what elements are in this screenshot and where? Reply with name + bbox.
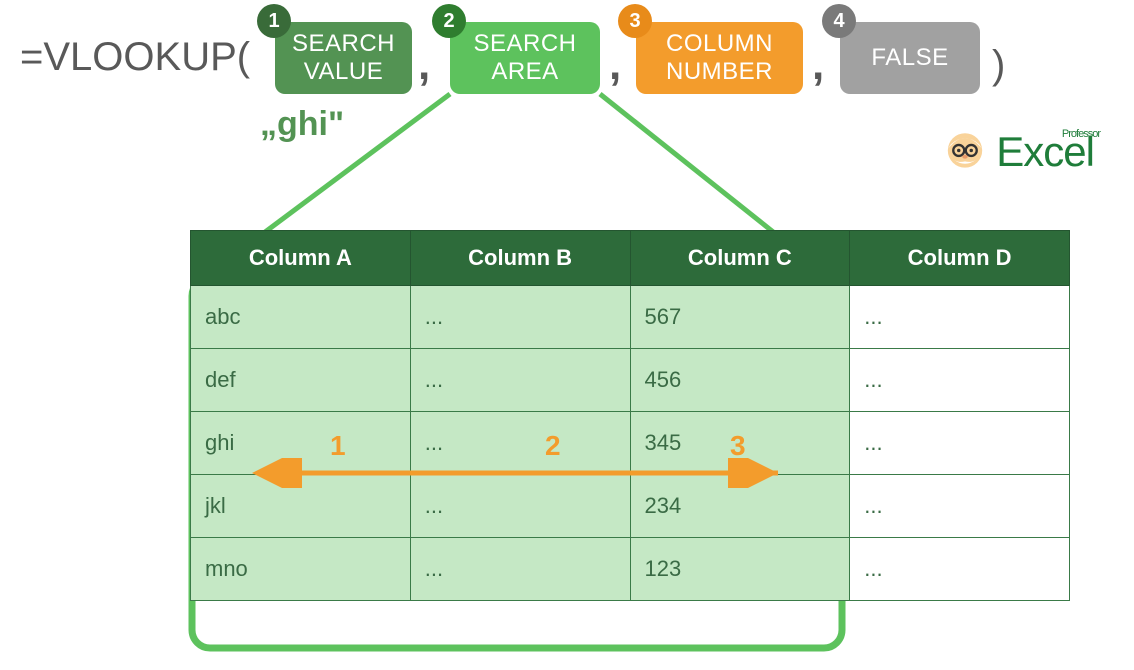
table-cell: ...: [410, 412, 630, 475]
table-row: jkl...234...: [191, 475, 1070, 538]
close-paren: ): [992, 35, 1005, 95]
professor-excel-logo: Professor Excel: [938, 125, 1094, 179]
table-cell: jkl: [191, 475, 411, 538]
arg2-line2: AREA: [464, 58, 586, 86]
arg2-line1: SEARCH: [464, 30, 586, 58]
col-header-c: Column C: [630, 231, 850, 286]
table-cell: ...: [850, 349, 1070, 412]
table-row: abc...567...: [191, 286, 1070, 349]
diagram-canvas: =VLOOKUP( 1 SEARCH VALUE , 2 SEARCH AREA…: [0, 0, 1134, 670]
arg-search-area: 2 SEARCH AREA: [450, 22, 600, 94]
table-cell: ...: [410, 475, 630, 538]
table-cell: 123: [630, 538, 850, 601]
table-cell: ...: [410, 538, 630, 601]
table-cell: def: [191, 349, 411, 412]
table-row: mno...123...: [191, 538, 1070, 601]
professor-face-icon: [938, 125, 992, 179]
arg3-line2: NUMBER: [650, 58, 789, 86]
table-header-row: Column A Column B Column C Column D: [191, 231, 1070, 286]
arg4-line1: FALSE: [854, 44, 966, 72]
badge-2: 2: [432, 4, 466, 38]
comma-2: ,: [609, 35, 621, 95]
search-value-example: „ghi": [260, 105, 344, 144]
logo-text: Professor Excel: [996, 131, 1094, 173]
arg-search-value: 1 SEARCH VALUE: [275, 22, 412, 94]
arg-column-number: 3 COLUMN NUMBER: [636, 22, 803, 94]
col-header-d: Column D: [850, 231, 1070, 286]
arg-false: 4 FALSE: [840, 22, 980, 94]
table-cell: ...: [850, 475, 1070, 538]
logo-sup: Professor: [1062, 129, 1100, 140]
example-table-wrap: Column A Column B Column C Column D abc.…: [190, 230, 1070, 601]
table-row: ghi...345...: [191, 412, 1070, 475]
table-cell: abc: [191, 286, 411, 349]
badge-3: 3: [618, 4, 652, 38]
example-table: Column A Column B Column C Column D abc.…: [190, 230, 1070, 601]
table-cell: ...: [850, 286, 1070, 349]
table-row: def...456...: [191, 349, 1070, 412]
comma-1: ,: [418, 35, 430, 95]
table-cell: ghi: [191, 412, 411, 475]
arg1-line1: SEARCH: [289, 30, 398, 58]
table-cell: 456: [630, 349, 850, 412]
badge-1: 1: [257, 4, 291, 38]
table-cell: 234: [630, 475, 850, 538]
table-cell: mno: [191, 538, 411, 601]
arg3-line1: COLUMN: [650, 30, 789, 58]
formula-prefix: =VLOOKUP(: [20, 35, 250, 80]
comma-3: ,: [812, 35, 824, 95]
arg1-line2: VALUE: [289, 58, 398, 86]
table-cell: 345: [630, 412, 850, 475]
table-cell: 567: [630, 286, 850, 349]
table-cell: ...: [850, 538, 1070, 601]
table-cell: ...: [850, 412, 1070, 475]
badge-4: 4: [822, 4, 856, 38]
table-cell: ...: [410, 286, 630, 349]
table-cell: ...: [410, 349, 630, 412]
col-header-b: Column B: [410, 231, 630, 286]
col-header-a: Column A: [191, 231, 411, 286]
